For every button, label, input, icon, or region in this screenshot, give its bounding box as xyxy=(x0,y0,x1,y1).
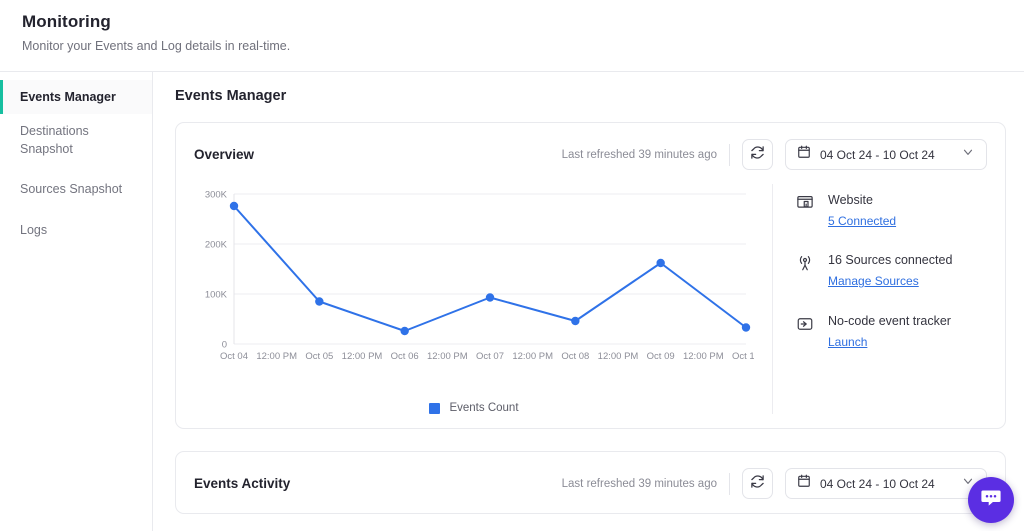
events-activity-refresh-button[interactable] xyxy=(742,468,773,499)
sidebar-item-label: Sources Snapshot xyxy=(20,182,123,197)
chart-x-tick-label: Oct 09 xyxy=(647,351,675,362)
chat-support-button[interactable] xyxy=(968,477,1014,523)
events-activity-last-refreshed: Last refreshed 39 minutes ago xyxy=(561,477,717,490)
chart-x-tick-label: 12:00 PM xyxy=(256,351,297,362)
sidebar-item-logs[interactable]: Logs xyxy=(0,213,152,247)
chart-data-point[interactable] xyxy=(229,201,239,211)
page-title: Monitoring xyxy=(22,12,111,31)
info-primary-event-tracker: No-code event tracker xyxy=(828,313,951,328)
section-title: Events Manager xyxy=(175,88,287,104)
sidebar-item-sources-snapshot[interactable]: Sources Snapshot xyxy=(0,172,152,206)
event-tracker-icon xyxy=(795,314,815,334)
chart-data-point[interactable] xyxy=(741,323,751,332)
overview-body: 0 100K 200K 300K Oct 04 12:00 PM Oct 05 12:00 P… xyxy=(194,184,987,414)
chart-y-tick-label: 100K xyxy=(205,290,228,301)
overview-date-range-label: 04 Oct 24 - 10 Oct 24 xyxy=(820,147,935,162)
chart-data-point[interactable] xyxy=(485,293,495,302)
events-activity-header-controls: Last refreshed 39 minutes ago 04 Oct 24 … xyxy=(562,468,987,499)
link-manage-sources[interactable]: Manage Sources xyxy=(828,273,919,290)
overview-refresh-button[interactable] xyxy=(742,139,773,170)
events-count-line-chart[interactable]: 0 100K 200K 300K Oct 04 12:00 PM Oct 05 12:00 P… xyxy=(194,184,754,376)
chart-data-point[interactable] xyxy=(315,297,324,306)
page-header: Monitoring Monitor your Events and Log d… xyxy=(0,0,1024,72)
legend-swatch-events-count xyxy=(429,402,441,414)
divider xyxy=(729,143,730,166)
sidebar-item-label: Logs xyxy=(20,222,48,237)
chart-x-tick-label: 12:00 PM xyxy=(342,351,383,362)
info-text-sources: 16 Sources connected Manage Sources xyxy=(828,252,952,292)
calendar-icon xyxy=(797,474,811,493)
info-primary-sources: 16 Sources connected xyxy=(828,253,953,268)
chart-x-tick-label: 12:00 PM xyxy=(683,351,724,362)
events-activity-date-range-picker[interactable]: 04 Oct 24 - 10 Oct 24 xyxy=(785,468,987,499)
chart-y-tick-label: 200K xyxy=(205,240,228,251)
chart-series-line-events-count xyxy=(233,205,747,332)
overview-header-controls: Last refreshed 39 minutes ago 04 Oct 24 … xyxy=(562,139,987,170)
info-item-sources: 16 Sources connected Manage Sources xyxy=(795,252,1005,292)
chart-x-tick-label: 12:00 PM xyxy=(427,351,468,362)
link-launch-tracker[interactable]: Launch xyxy=(828,334,867,351)
overview-card: Overview Last refreshed 39 minutes ago 0… xyxy=(175,122,1006,429)
link-connected-count[interactable]: 5 Connected xyxy=(828,213,896,230)
chart-x-tick-label: 12:00 PM xyxy=(598,351,639,362)
info-item-website: Website 5 Connected xyxy=(795,192,1005,232)
chart-data-point[interactable] xyxy=(656,258,665,268)
chart-x-tick-label: 12:00 PM xyxy=(512,351,553,362)
divider xyxy=(729,472,730,495)
overview-title: Overview xyxy=(194,147,255,162)
chart-column: 0 100K 200K 300K Oct 04 12:00 PM Oct 05 12:00 P… xyxy=(194,184,773,414)
chart-y-tick-label: 0 xyxy=(222,340,227,351)
chart-x-tick-label: Oct 06 xyxy=(391,351,419,362)
refresh-icon xyxy=(750,474,765,494)
chart-data-point[interactable] xyxy=(571,316,580,326)
sources-antenna-icon xyxy=(795,253,815,273)
chart-legend: Events Count xyxy=(194,402,754,414)
chart-x-tick-label: Oct 07 xyxy=(476,351,504,362)
main-content: Events Manager Overview Last refreshed 3… xyxy=(153,72,1024,531)
sidebar: Events Manager Destinations Snapshot Sou… xyxy=(0,72,153,531)
info-primary-website: Website xyxy=(828,193,873,207)
chart-x-tick-label: Oct 08 xyxy=(561,351,589,362)
chart-x-tick-label: Oct 04 xyxy=(220,351,248,362)
legend-label-events-count: Events Count xyxy=(449,402,519,414)
chart-x-tick-label: Oct 05 xyxy=(305,351,333,362)
events-activity-card-header: Events Activity Last refreshed 39 minute… xyxy=(194,468,987,499)
events-activity-title: Events Activity xyxy=(194,476,291,491)
sidebar-item-label: Events Manager xyxy=(20,90,116,104)
events-activity-card: Events Activity Last refreshed 39 minute… xyxy=(175,451,1006,514)
overview-card-header: Overview Last refreshed 39 minutes ago 0… xyxy=(194,139,987,170)
calendar-icon xyxy=(797,145,811,164)
body-wrapper: Events Manager Destinations Snapshot Sou… xyxy=(0,72,1024,531)
info-text-event-tracker: No-code event tracker Launch xyxy=(828,313,951,353)
events-activity-date-range-label: 04 Oct 24 - 10 Oct 24 xyxy=(820,476,935,491)
chevron-down-icon xyxy=(961,145,975,164)
overview-last-refreshed: Last refreshed 39 minutes ago xyxy=(561,148,717,161)
website-screen-icon xyxy=(795,193,815,213)
refresh-icon xyxy=(750,145,765,165)
sidebar-item-events-manager[interactable]: Events Manager xyxy=(0,80,152,115)
info-text-website: Website 5 Connected xyxy=(828,192,896,232)
overview-date-range-picker[interactable]: 04 Oct 24 - 10 Oct 24 xyxy=(785,139,987,170)
chat-bubble-icon xyxy=(979,486,1003,515)
chart-x-tick-label: Oct 10 xyxy=(732,351,754,362)
info-panel: Website 5 Connected 16 Sources connected… xyxy=(773,184,1005,414)
page-subtitle: Monitor your Events and Log details in r… xyxy=(22,39,291,53)
chart-data-point[interactable] xyxy=(400,326,409,336)
chart-y-tick-label: 300K xyxy=(205,190,228,201)
info-item-event-tracker: No-code event tracker Launch xyxy=(795,313,1005,353)
sidebar-item-destinations-snapshot[interactable]: Destinations Snapshot xyxy=(0,114,152,166)
sidebar-item-label: Destinations Snapshot xyxy=(20,124,89,157)
